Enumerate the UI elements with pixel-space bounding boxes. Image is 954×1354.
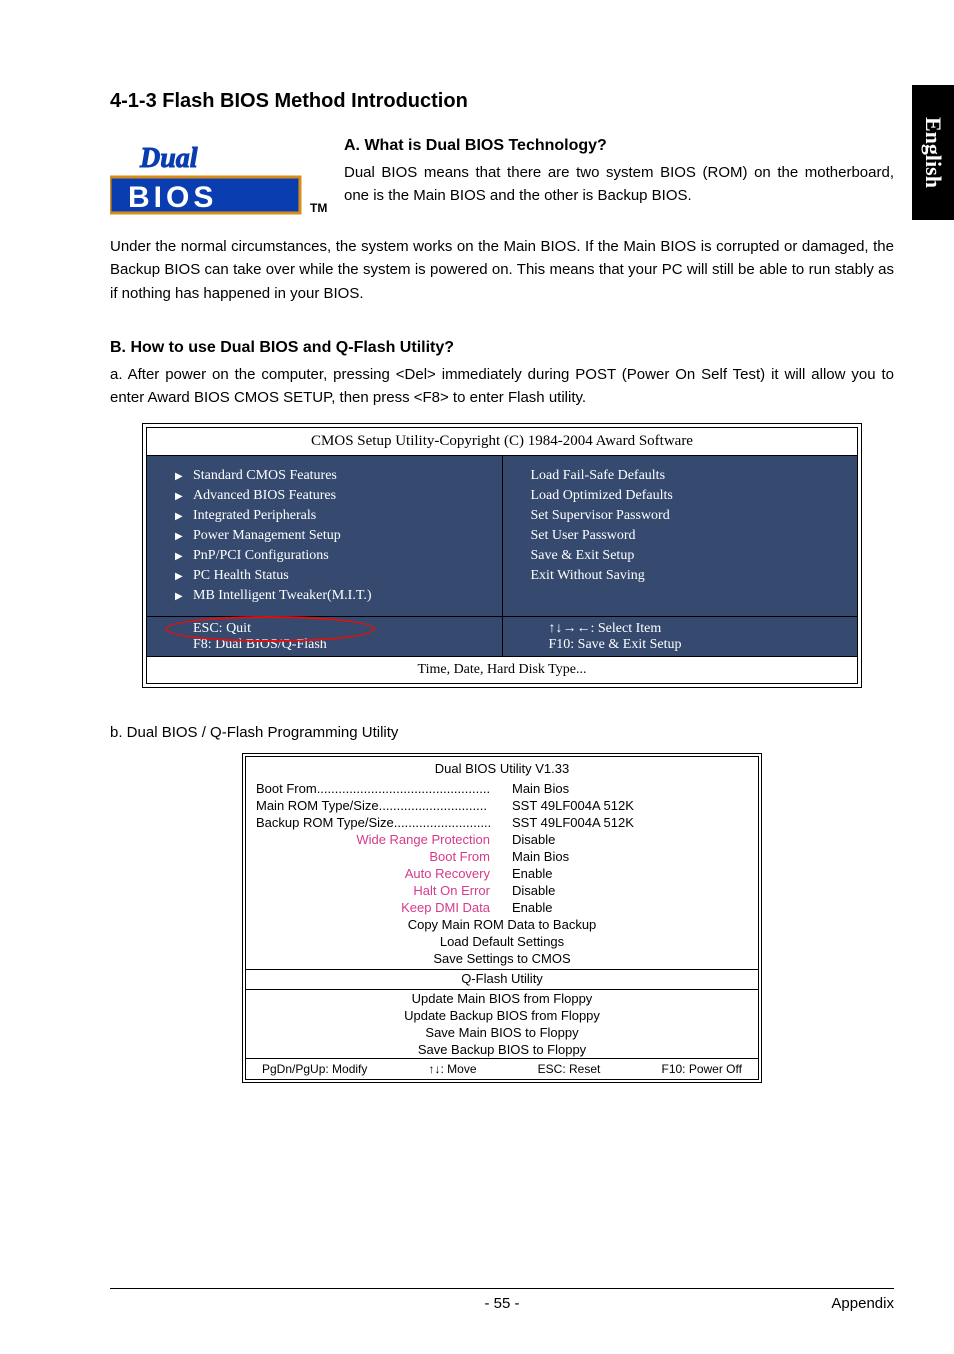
sub-b-title: B. How to use Dual BIOS and Q-Flash Util… [110, 339, 894, 357]
triangle-icon: ▶ [175, 491, 183, 502]
cmos-menu-item[interactable]: ▶PnP/PCI Configurations [161, 546, 488, 566]
cmos-menu-item[interactable]: ▶Power Management Setup [161, 526, 488, 546]
cmos-menu-item[interactable]: ▶Standard CMOS Features [161, 466, 488, 486]
qflash-config-row[interactable]: Halt On ErrorDisable [246, 882, 758, 899]
qflash-action[interactable]: Update Backup BIOS from Floppy [246, 1007, 758, 1024]
cmos-setup-box: CMOS Setup Utility-Copyright (C) 1984-20… [142, 423, 862, 688]
qflash-info-label: Boot From...............................… [256, 781, 502, 796]
svg-text:TM: TM [310, 201, 327, 215]
qflash-bottom-hint: F10: Power Off [661, 1062, 741, 1076]
cmos-right-col: Load Fail-Safe DefaultsLoad Optimized De… [503, 456, 858, 616]
qflash-info-value: SST 49LF004A 512K [502, 798, 748, 813]
qflash-action[interactable]: Update Main BIOS from Floppy [246, 990, 758, 1007]
cmos-menu-item[interactable]: Save & Exit Setup [517, 546, 844, 566]
qflash-action[interactable]: Save Backup BIOS to Floppy [246, 1041, 758, 1058]
cmos-left-col: ▶Standard CMOS Features▶Advanced BIOS Fe… [147, 456, 503, 616]
sub-a-title: A. What is Dual BIOS Technology? [344, 137, 894, 155]
qflash-info-value: SST 49LF004A 512K [502, 815, 748, 830]
triangle-icon: ▶ [175, 591, 183, 602]
qflash-action[interactable]: Copy Main ROM Data to Backup [246, 916, 758, 933]
qflash-config-value: Disable [502, 832, 748, 847]
cmos-arrows: ↑↓→←: Select Item [549, 621, 844, 637]
sub-a-p2: Under the normal circumstances, the syst… [110, 235, 894, 305]
cmos-menu-item[interactable]: Exit Without Saving [517, 566, 844, 586]
cmos-menu-item[interactable]: Load Fail-Safe Defaults [517, 466, 844, 486]
qflash-info-value: Main Bios [502, 781, 748, 796]
svg-text:Dual: Dual [139, 143, 198, 174]
qflash-config-value: Enable [502, 866, 748, 881]
cmos-menu-item[interactable]: Set User Password [517, 526, 844, 546]
qflash-info-row: Backup ROM Type/Size....................… [246, 814, 758, 831]
qflash-config-row[interactable]: Boot FromMain Bios [246, 848, 758, 865]
svg-text:BIOS: BIOS [128, 181, 217, 214]
qflash-config-label: Halt On Error [256, 883, 502, 898]
b-caption: b. Dual BIOS / Q-Flash Programming Utili… [110, 724, 894, 741]
section-heading: 4-1-3 Flash BIOS Method Introduction [110, 90, 894, 113]
triangle-icon: ▶ [175, 551, 183, 562]
qflash-title: Dual BIOS Utility V1.33 [246, 757, 758, 780]
qflash-config-label: Auto Recovery [256, 866, 502, 881]
cmos-title: CMOS Setup Utility-Copyright (C) 1984-20… [147, 428, 857, 456]
cmos-menu-item[interactable]: Set Supervisor Password [517, 506, 844, 526]
sub-a-p1: Dual BIOS means that there are two syste… [344, 161, 894, 208]
page-number: - 55 - [371, 1295, 632, 1312]
qflash-config-row[interactable]: Wide Range ProtectionDisable [246, 831, 758, 848]
triangle-icon: ▶ [175, 511, 183, 522]
qflash-config-row[interactable]: Auto RecoveryEnable [246, 865, 758, 882]
cmos-menu-item[interactable]: ▶MB Intelligent Tweaker(M.I.T.) [161, 586, 488, 606]
sub-b-p1: a. After power on the computer, pressing… [110, 363, 894, 410]
qflash-box: Dual BIOS Utility V1.33 Boot From.......… [242, 753, 762, 1083]
qflash-info-label: Main ROM Type/Size......................… [256, 798, 502, 813]
triangle-icon: ▶ [175, 571, 183, 582]
cmos-bottom-right: ↑↓→←: Select Item F10: Save & Exit Setup [503, 617, 858, 656]
qflash-action[interactable]: Save Settings to CMOS [246, 950, 758, 967]
page-footer: - 55 - Appendix [110, 1288, 894, 1312]
cmos-menu-item[interactable]: ▶PC Health Status [161, 566, 488, 586]
qflash-info-label: Backup ROM Type/Size....................… [256, 815, 502, 830]
page-content: 4-1-3 Flash BIOS Method Introduction Dua… [0, 0, 954, 1123]
footer-section: Appendix [633, 1295, 894, 1312]
cmos-menu-item[interactable]: ▶Advanced BIOS Features [161, 486, 488, 506]
qflash-action[interactable]: Load Default Settings [246, 933, 758, 950]
cmos-help-line: Time, Date, Hard Disk Type... [147, 656, 857, 683]
qflash-bottom-bar: PgDn/PgUp: Modify ↑↓: Move ESC: Reset F10: … [246, 1058, 758, 1079]
qflash-config-label: Keep DMI Data [256, 900, 502, 915]
intro-row: Dual BIOS TM A. What is Dual BIOS Techno… [110, 137, 894, 217]
cmos-f10: F10: Save & Exit Setup [549, 637, 844, 653]
qflash-bottom-hint: PgDn/PgUp: Modify [262, 1062, 367, 1076]
qflash-bottom-hint: ↑↓: Move [429, 1062, 477, 1076]
qflash-config-label: Boot From [256, 849, 502, 864]
qflash-config-row[interactable]: Keep DMI DataEnable [246, 899, 758, 916]
triangle-icon: ▶ [175, 531, 183, 542]
qflash-info-row: Boot From...............................… [246, 780, 758, 797]
qflash-info-row: Main ROM Type/Size......................… [246, 797, 758, 814]
qflash-config-value: Main Bios [502, 849, 748, 864]
qflash-bottom-hint: ESC: Reset [538, 1062, 601, 1076]
qflash-mid: Q-Flash Utility [246, 970, 758, 987]
dual-bios-logo: Dual BIOS TM [110, 137, 330, 217]
qflash-config-value: Enable [502, 900, 748, 915]
qflash-config-value: Disable [502, 883, 748, 898]
cmos-menu-item[interactable]: Load Optimized Defaults [517, 486, 844, 506]
triangle-icon: ▶ [175, 471, 183, 482]
qflash-config-label: Wide Range Protection [256, 832, 502, 847]
cmos-menu-item[interactable]: ▶Integrated Peripherals [161, 506, 488, 526]
qflash-action[interactable]: Save Main BIOS to Floppy [246, 1024, 758, 1041]
